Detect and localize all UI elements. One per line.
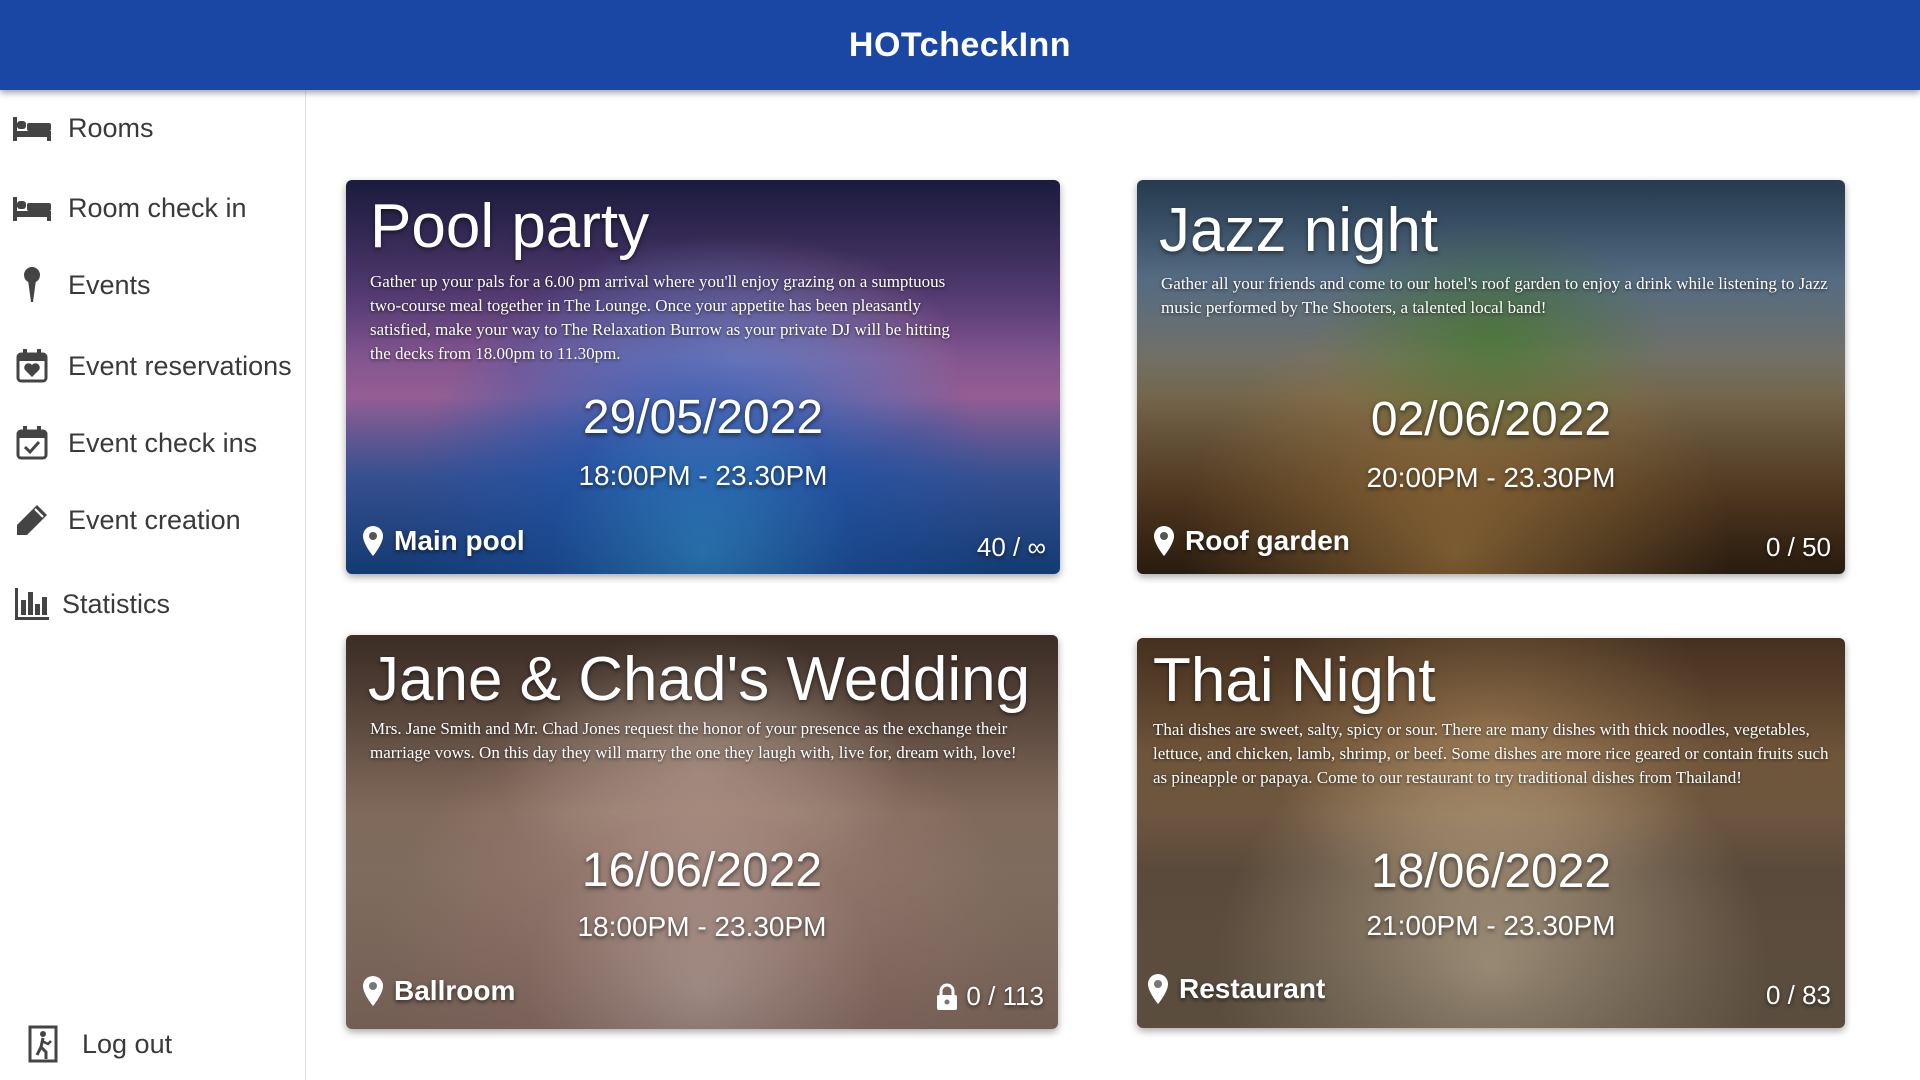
event-time: 18:00PM - 23.30PM <box>577 911 827 942</box>
location-pin-icon <box>1154 526 1174 556</box>
sidebar-item-event-creation[interactable]: Event creation <box>0 492 305 548</box>
event-date: 29/05/2022 <box>582 391 824 444</box>
location-pin-icon <box>363 976 383 1006</box>
event-description: Gather all your friends and come to our … <box>1161 274 1828 317</box>
event-date: 18/06/2022 <box>1370 845 1612 898</box>
sidebar-item-label: Event creation <box>68 504 241 535</box>
events-grid: Pool party Gather up your pals for a 6.0… <box>306 90 1920 1080</box>
event-card-wedding[interactable]: Jane & Chad's Wedding Mrs. Jane Smith an… <box>346 635 1058 1029</box>
event-location-label: Ballroom <box>394 975 516 1006</box>
location-pin-icon <box>363 526 383 556</box>
event-time: 21:00PM - 23.30PM <box>1366 910 1616 941</box>
app-title: HOTcheckInn <box>848 25 1072 64</box>
pin-icon <box>12 265 52 305</box>
sidebar-item-event-check-ins[interactable]: Event check ins <box>0 415 305 471</box>
sidebar-item-statistics[interactable]: Statistics <box>0 576 305 632</box>
event-card-pool-party[interactable]: Pool party Gather up your pals for a 6.0… <box>346 180 1060 574</box>
sidebar-item-events[interactable]: Events <box>0 257 305 313</box>
event-location-label: Restaurant <box>1179 973 1326 1004</box>
event-date: 02/06/2022 <box>1370 393 1612 446</box>
sidebar-item-label: Events <box>68 269 151 300</box>
event-card-jazz-night[interactable]: Jazz night Gather all your friends and c… <box>1137 180 1845 574</box>
event-title: Thai Night <box>1153 646 1436 715</box>
event-capacity: 0 / 113 <box>936 981 1044 1012</box>
event-title: Jazz night <box>1159 196 1439 265</box>
event-capacity: 0 / 83 <box>1765 980 1831 1010</box>
event-title: Pool party <box>370 192 650 261</box>
calendar-heart-icon <box>12 346 52 386</box>
event-location: Main pool <box>362 525 525 557</box>
bed-icon <box>12 108 52 148</box>
sidebar-item-label: Rooms <box>68 112 154 143</box>
sidebar: Rooms Room check in Events Event reserva… <box>0 90 306 1080</box>
event-location: Roof garden <box>1153 525 1350 557</box>
sidebar-item-room-check-in[interactable]: Room check in <box>0 180 305 236</box>
sidebar-item-label: Room check in <box>68 192 247 223</box>
event-card-thai-night[interactable]: Thai Night Thai dishes are sweet, salty,… <box>1137 638 1845 1028</box>
app-header: HOTcheckInn <box>0 0 1920 90</box>
location-pin-icon <box>1148 974 1168 1004</box>
event-location-label: Roof garden <box>1185 525 1350 556</box>
sidebar-item-event-reservations[interactable]: Event reservations <box>0 338 305 394</box>
bar-chart-icon <box>12 584 52 624</box>
sidebar-item-rooms[interactable]: Rooms <box>0 100 305 156</box>
event-date: 16/06/2022 <box>581 844 823 897</box>
event-description: Mrs. Jane Smith and Mr. Chad Jones reque… <box>370 719 1017 762</box>
event-description: Thai dishes are sweet, salty, spicy or s… <box>1153 720 1829 787</box>
event-description: Gather up your pals for a 6.00 pm arriva… <box>370 272 950 363</box>
lock-icon <box>937 983 958 1010</box>
sidebar-item-label: Event check ins <box>68 427 258 458</box>
event-title: Jane & Chad's Wedding <box>368 645 1031 714</box>
event-capacity-label: 0 / 113 <box>966 981 1044 1011</box>
sidebar-item-label: Event reservations <box>68 350 292 381</box>
logout-label: Log out <box>82 1028 173 1059</box>
event-capacity: 0 / 50 <box>1765 532 1831 562</box>
event-time: 18:00PM - 23.30PM <box>578 460 828 491</box>
event-location-label: Main pool <box>394 525 525 556</box>
bed-icon <box>12 188 52 228</box>
calendar-check-icon <box>12 423 52 463</box>
exit-icon <box>24 1024 64 1064</box>
event-time: 20:00PM - 23.30PM <box>1366 462 1616 493</box>
event-capacity: 40 / ∞ <box>976 532 1046 562</box>
logout-button[interactable]: Log out <box>0 1016 305 1072</box>
event-location: Ballroom <box>362 975 515 1007</box>
sidebar-item-label: Statistics <box>62 588 171 619</box>
event-location: Restaurant <box>1147 973 1325 1005</box>
pen-icon <box>12 500 52 540</box>
